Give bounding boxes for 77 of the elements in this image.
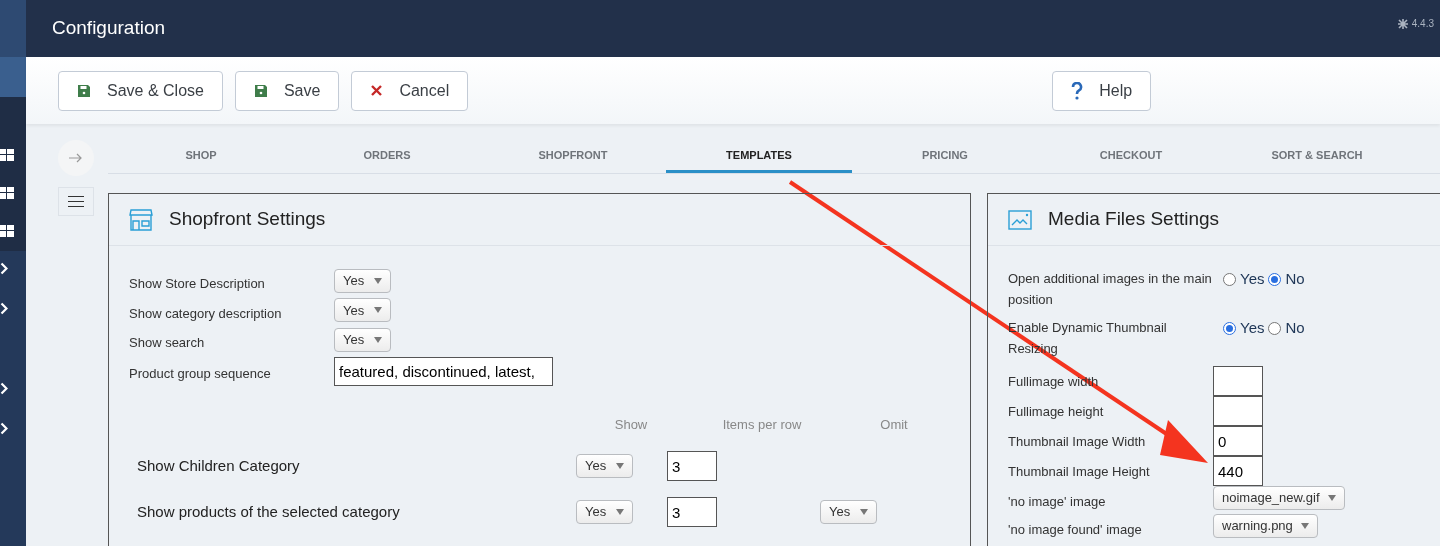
text-input[interactable]: featured, discontinued, latest,: [334, 356, 553, 386]
text-input[interactable]: [1213, 396, 1263, 426]
chevron-right-icon[interactable]: [0, 382, 8, 395]
store-icon: [129, 207, 153, 232]
panel-title: Shopfront Settings: [169, 207, 326, 232]
arrow-right-icon: [69, 153, 83, 163]
caret-icon: [374, 336, 382, 343]
close-icon: [370, 84, 384, 97]
radio-button[interactable]: [1268, 272, 1282, 286]
version-label: 4.4.3: [1411, 17, 1434, 31]
caret-icon: [1300, 523, 1309, 529]
column-header: Show: [613, 415, 649, 434]
image-icon: [1008, 209, 1032, 230]
dropdown-select[interactable]: Yes: [334, 327, 391, 352]
column-header: Omit: [879, 415, 909, 434]
grid-icon[interactable]: [0, 149, 14, 161]
tab[interactable]: ORDERS: [294, 140, 480, 173]
dropdown-select[interactable]: Yes: [820, 500, 877, 524]
text-input[interactable]: 3: [667, 497, 717, 527]
save-button[interactable]: Save: [234, 70, 340, 111]
tab[interactable]: SHOP: [108, 140, 294, 173]
tab[interactable]: SHOPFRONT: [480, 140, 666, 173]
caret-icon: [860, 509, 868, 515]
radio-label: No: [1285, 318, 1305, 338]
field-label: Show category description: [129, 304, 283, 323]
field-label: Thumbnail Image Height: [1008, 463, 1151, 481]
grid-icon[interactable]: [0, 225, 14, 237]
radio-label: Yes: [1240, 269, 1265, 289]
caret-icon: [616, 509, 624, 515]
caret-icon: [374, 277, 382, 284]
field-label: Product group sequence: [129, 365, 272, 384]
radio-button[interactable]: [1268, 321, 1282, 335]
column-header: Items per row: [721, 415, 803, 434]
help-button[interactable]: Help: [1052, 70, 1152, 111]
dropdown-select[interactable]: warning.png: [1213, 514, 1318, 538]
field-label: Thumbnail Image Width: [1008, 433, 1147, 451]
text-input[interactable]: 440: [1213, 456, 1263, 486]
dropdown-select[interactable]: Yes: [576, 500, 633, 524]
field-label: Fullimage height: [1008, 403, 1105, 421]
dropdown-select[interactable]: Yes: [576, 454, 633, 478]
radio-button[interactable]: [1223, 321, 1236, 335]
page-title: Configuration: [52, 16, 166, 41]
dropdown-select[interactable]: Yes: [334, 298, 391, 323]
chevron-right-icon[interactable]: [0, 262, 8, 275]
caret-icon: [374, 307, 382, 314]
tab[interactable]: SORT & SEARCH: [1224, 140, 1410, 173]
field-label: Open additional images in the main position: [1008, 270, 1213, 309]
field-label: Show search: [129, 334, 206, 352]
tab[interactable]: TEMPLATES: [666, 140, 852, 173]
chevron-right-icon[interactable]: [0, 422, 8, 435]
cancel-button[interactable]: Cancel: [351, 70, 469, 111]
grid-icon[interactable]: [0, 187, 14, 199]
tab[interactable]: CHECKOUT: [1038, 140, 1224, 173]
chevron-right-icon[interactable]: [0, 302, 8, 315]
tab[interactable]: PRICING: [852, 140, 1038, 173]
dropdown-select[interactable]: noimage_new.gif: [1213, 486, 1345, 510]
radio-label: No: [1285, 269, 1305, 289]
field-label: Show Store Description: [129, 275, 266, 293]
save-button[interactable]: Save & Close: [58, 70, 223, 111]
flower-logo-icon: [1397, 18, 1408, 29]
text-input[interactable]: 3: [667, 451, 717, 481]
text-input[interactable]: 0: [1213, 426, 1263, 456]
field-label: 'no image found' image: [1008, 521, 1143, 539]
field-label: 'no image' image: [1008, 493, 1107, 511]
radio-label: Yes: [1240, 318, 1265, 338]
panel-title: Media Files Settings: [1048, 207, 1220, 232]
sidebar-header: [0, 0, 26, 57]
row-label: Show Children Category: [136, 455, 301, 476]
question-mark-icon: [1071, 81, 1084, 100]
menu-button[interactable]: [58, 187, 94, 216]
row-label: Show products of the selected category: [136, 501, 401, 522]
caret-icon: [616, 463, 624, 469]
dropdown-select[interactable]: Yes: [334, 268, 391, 293]
caret-icon: [1327, 495, 1336, 501]
radio-button[interactable]: [1223, 272, 1236, 286]
text-input[interactable]: [1213, 366, 1263, 396]
menu-icon: [68, 196, 84, 207]
